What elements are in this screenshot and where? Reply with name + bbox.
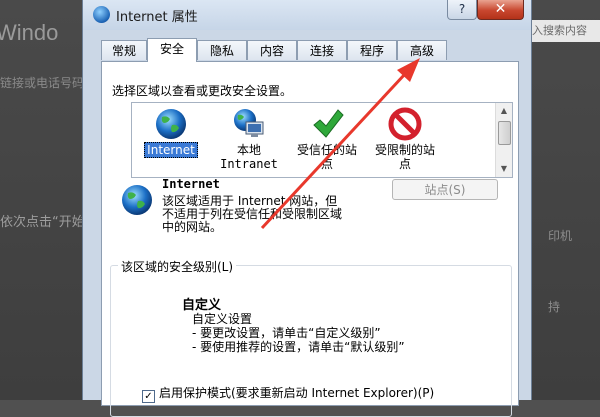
restricted-icon xyxy=(388,107,422,141)
background-right-text: 印机 xyxy=(548,229,573,243)
zone-local-intranet-label: 本地 Intranet xyxy=(220,143,278,171)
zone-restricted-sites-label: 受限制的站 点 xyxy=(374,143,435,171)
zone-trusted-sites-label: 受信任的站 点 xyxy=(296,143,357,171)
zone-internet[interactable]: Internet xyxy=(136,107,206,175)
zone-trusted-sites[interactable]: 受信任的站 点 xyxy=(292,107,362,175)
local-intranet-icon xyxy=(234,109,264,137)
zone-prompt: 选择区域以查看或更改安全设置。 xyxy=(112,84,293,98)
tab-privacy[interactable]: 隐私 xyxy=(197,40,247,60)
zone-description-title: Internet xyxy=(162,177,220,191)
background-title: Windo xyxy=(0,20,59,45)
globe-icon xyxy=(122,185,152,215)
security-tab-panel: 选择区域以查看或更改安全设置。 Internet 本地 Intranet 受信任… xyxy=(101,61,519,417)
background-subtitle: 链接或电话号码 xyxy=(0,76,85,90)
internet-explorer-icon xyxy=(93,6,110,23)
protected-mode-option[interactable]: ✓ 启用保护模式(要求重新启动 Internet Explorer)(P) xyxy=(142,384,434,403)
sites-button[interactable]: 站点(S) xyxy=(392,179,498,200)
tab-programs[interactable]: 程序 xyxy=(347,40,397,60)
protected-mode-label: 启用保护模式(要求重新启动 Internet Explorer)(P) xyxy=(159,386,435,400)
title-bar: Internet 属性 ? ✕ xyxy=(83,0,531,30)
trusted-checkmark-icon xyxy=(313,109,344,138)
tab-security[interactable]: 安全 xyxy=(147,38,197,62)
background-step-text: 依次点击“开始 xyxy=(0,215,85,230)
help-button[interactable]: ? xyxy=(447,0,477,20)
tab-advanced[interactable]: 高级 xyxy=(397,40,447,60)
protected-mode-checkbox[interactable]: ✓ xyxy=(142,390,155,403)
zone-list-scrollbar[interactable]: ▲ ▼ xyxy=(495,103,512,177)
tab-content[interactable]: 内容 xyxy=(247,40,297,60)
tab-connections[interactable]: 连接 xyxy=(297,40,347,60)
zone-description-line: 中的网站。 xyxy=(162,220,223,234)
zone-list: Internet 本地 Intranet 受信任的站 点 受限制的站 点 ▲ ▼ xyxy=(131,102,513,178)
custom-level-line: 自定义设置 xyxy=(192,312,253,326)
close-button[interactable]: ✕ xyxy=(477,0,524,20)
zone-local-intranet[interactable]: 本地 Intranet xyxy=(214,107,284,175)
zone-restricted-sites[interactable]: 受限制的站 点 xyxy=(370,107,440,175)
scroll-down-icon[interactable]: ▼ xyxy=(496,161,512,177)
globe-icon xyxy=(156,109,186,139)
security-level-legend: 该区域的安全级别(L) xyxy=(118,258,237,275)
background-search-box[interactable]: 入搜索内容 xyxy=(528,20,600,42)
dialog-title: Internet 属性 xyxy=(116,10,198,25)
scroll-up-icon[interactable]: ▲ xyxy=(496,103,512,119)
internet-properties-dialog: Internet 属性 ? ✕ 常规 安全 隐私 内容 连接 程序 高级 选择区… xyxy=(82,0,532,417)
zone-internet-label: Internet xyxy=(144,142,198,158)
custom-level-title: 自定义 xyxy=(182,298,222,313)
scroll-thumb[interactable] xyxy=(498,121,511,145)
tab-strip: 常规 安全 隐私 内容 连接 程序 高级 xyxy=(101,38,521,62)
custom-level-line: - 要使用推荐的设置，请单击“默认级别” xyxy=(192,340,405,354)
custom-level-line: - 要更改设置，请单击“自定义级别” xyxy=(192,326,381,340)
zone-description: 该区域适用于 Internet 网站，但 不适用于列在受信任和受限制区域 中的网… xyxy=(162,195,372,234)
tab-general[interactable]: 常规 xyxy=(101,40,147,60)
background-right-text-2: 持 xyxy=(548,300,561,314)
